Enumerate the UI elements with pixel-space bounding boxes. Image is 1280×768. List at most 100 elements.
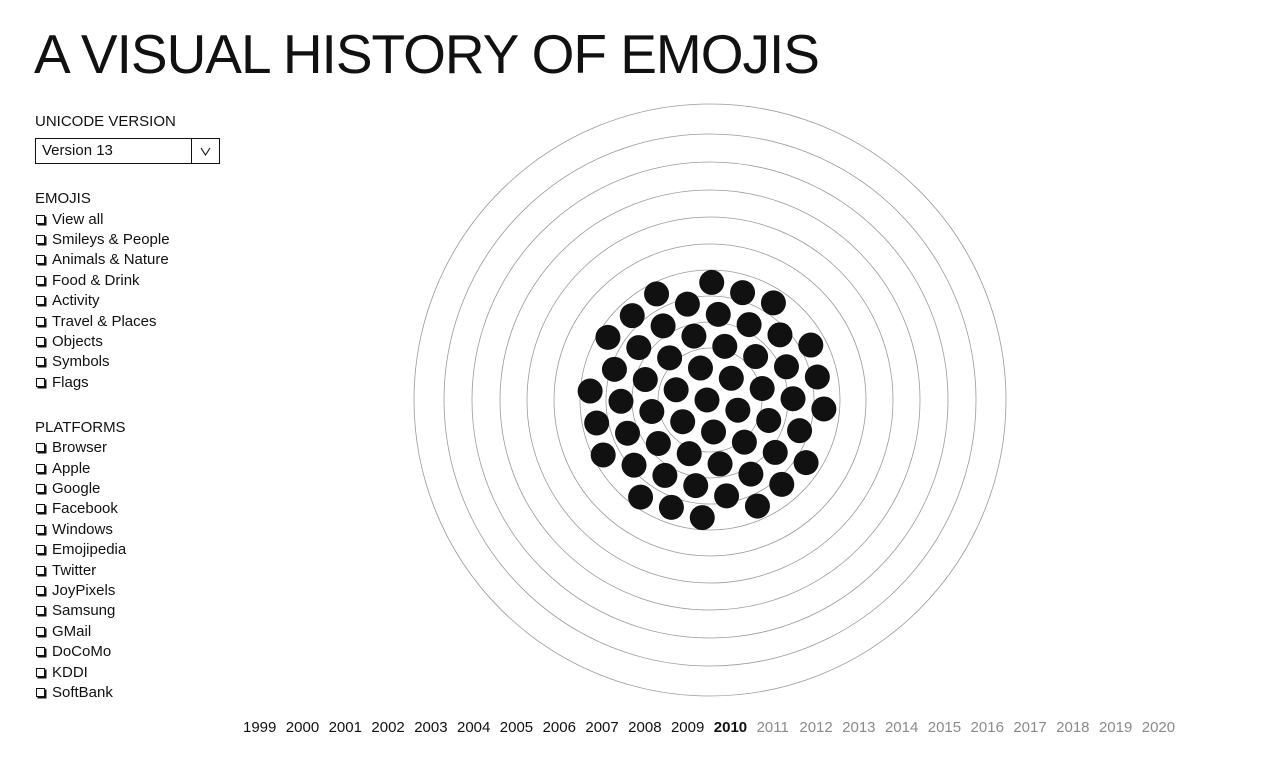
emoji-dot[interactable] xyxy=(718,365,744,391)
checkbox-icon[interactable] xyxy=(36,626,45,636)
year-2015[interactable]: 2015 xyxy=(928,719,971,736)
emoji-option-smileys-and-people[interactable]: Smileys & People xyxy=(35,229,275,249)
emoji-dot[interactable] xyxy=(683,473,709,499)
checkbox-icon[interactable] xyxy=(36,483,45,493)
checkbox-icon[interactable] xyxy=(36,316,45,326)
emoji-dot[interactable] xyxy=(793,450,819,476)
emoji-dot[interactable] xyxy=(804,364,830,390)
checkbox-icon[interactable] xyxy=(36,667,45,677)
emoji-dot[interactable] xyxy=(760,290,786,316)
emoji-dot[interactable] xyxy=(744,493,770,519)
emoji-dot[interactable] xyxy=(645,430,671,456)
emoji-dot[interactable] xyxy=(590,442,616,468)
checkbox-icon[interactable] xyxy=(36,443,45,453)
year-2004[interactable]: 2004 xyxy=(457,719,500,736)
emoji-dot[interactable] xyxy=(780,386,806,412)
checkbox-icon[interactable] xyxy=(36,585,45,595)
year-2013[interactable]: 2013 xyxy=(842,719,885,736)
checkbox-icon[interactable] xyxy=(36,377,45,387)
year-2014[interactable]: 2014 xyxy=(885,719,928,736)
checkbox-icon[interactable] xyxy=(36,214,45,224)
emoji-dot[interactable] xyxy=(767,322,793,348)
year-2001[interactable]: 2001 xyxy=(329,719,372,736)
platform-option-windows[interactable]: Windows xyxy=(35,519,275,539)
year-2019[interactable]: 2019 xyxy=(1099,719,1142,736)
emoji-dot[interactable] xyxy=(712,333,738,359)
emoji-option-objects[interactable]: Objects xyxy=(35,331,275,351)
year-2005[interactable]: 2005 xyxy=(500,719,543,736)
checkbox-icon[interactable] xyxy=(36,687,45,697)
emoji-dot[interactable] xyxy=(687,355,713,381)
emoji-dot[interactable] xyxy=(657,345,683,371)
emoji-dot[interactable] xyxy=(787,418,813,444)
emoji-option-symbols[interactable]: Symbols xyxy=(35,352,275,372)
checkbox-icon[interactable] xyxy=(36,275,45,285)
platform-option-joypixels[interactable]: JoyPixels xyxy=(35,580,275,600)
emoji-dot[interactable] xyxy=(674,291,700,317)
emoji-dot[interactable] xyxy=(681,323,707,349)
emoji-dot[interactable] xyxy=(595,324,621,350)
year-2012[interactable]: 2012 xyxy=(799,719,842,736)
emoji-dot[interactable] xyxy=(619,303,645,329)
checkbox-icon[interactable] xyxy=(36,545,45,555)
emoji-dot[interactable] xyxy=(743,344,769,370)
emoji-dot[interactable] xyxy=(705,301,731,327)
emoji-dot[interactable] xyxy=(601,356,627,382)
emoji-dot[interactable] xyxy=(714,483,740,509)
checkbox-icon[interactable] xyxy=(36,357,45,367)
emoji-dot[interactable] xyxy=(725,397,751,423)
emoji-option-activity[interactable]: Activity xyxy=(35,291,275,311)
year-2002[interactable]: 2002 xyxy=(371,719,414,736)
emoji-dot[interactable] xyxy=(701,419,727,445)
checkbox-icon[interactable] xyxy=(36,565,45,575)
emoji-dot[interactable] xyxy=(749,375,775,401)
year-2008[interactable]: 2008 xyxy=(628,719,671,736)
emoji-option-food-and-drink[interactable]: Food & Drink xyxy=(35,270,275,290)
emoji-dot[interactable] xyxy=(652,462,678,488)
year-1999[interactable]: 1999 xyxy=(243,719,286,736)
checkbox-icon[interactable] xyxy=(36,463,45,473)
emoji-dot[interactable] xyxy=(811,396,837,422)
emoji-dot[interactable] xyxy=(762,439,788,465)
platform-option-kddi[interactable]: KDDI xyxy=(35,662,275,682)
emoji-dot[interactable] xyxy=(628,484,654,510)
platform-option-facebook[interactable]: Facebook xyxy=(35,499,275,519)
platform-option-softbank[interactable]: SoftBank xyxy=(35,682,275,702)
year-2009[interactable]: 2009 xyxy=(671,719,714,736)
emoji-option-flags[interactable]: Flags xyxy=(35,372,275,392)
emoji-dot[interactable] xyxy=(730,280,756,306)
emoji-dot[interactable] xyxy=(650,313,676,339)
checkbox-icon[interactable] xyxy=(36,606,45,616)
platform-option-docomo[interactable]: DoCoMo xyxy=(35,641,275,661)
unicode-version-select[interactable]: Version 13 xyxy=(35,138,220,164)
platform-option-gmail[interactable]: GMail xyxy=(35,621,275,641)
emoji-dot[interactable] xyxy=(577,378,603,404)
emoji-dot[interactable] xyxy=(658,494,684,520)
emoji-dot[interactable] xyxy=(769,471,795,497)
emoji-dot[interactable] xyxy=(621,452,647,478)
platform-option-browser[interactable]: Browser xyxy=(35,438,275,458)
emoji-dot[interactable] xyxy=(632,367,658,393)
chevron-down-icon[interactable] xyxy=(191,139,219,163)
emoji-dot[interactable] xyxy=(626,335,652,361)
year-2011[interactable]: 2011 xyxy=(757,719,800,736)
emoji-dot[interactable] xyxy=(608,388,634,414)
emoji-dot[interactable] xyxy=(663,377,689,403)
year-2020[interactable]: 2020 xyxy=(1142,719,1185,736)
emoji-dot[interactable] xyxy=(584,410,610,436)
emoji-option-animals-and-nature[interactable]: Animals & Nature xyxy=(35,250,275,270)
emoji-dot[interactable] xyxy=(707,451,733,477)
emoji-dot[interactable] xyxy=(736,312,762,338)
platform-option-twitter[interactable]: Twitter xyxy=(35,560,275,580)
checkbox-icon[interactable] xyxy=(36,504,45,514)
emoji-dot[interactable] xyxy=(670,409,696,435)
year-2016[interactable]: 2016 xyxy=(971,719,1014,736)
platform-option-samsung[interactable]: Samsung xyxy=(35,601,275,621)
year-2017[interactable]: 2017 xyxy=(1013,719,1056,736)
checkbox-icon[interactable] xyxy=(36,647,45,657)
emoji-dot[interactable] xyxy=(731,429,757,455)
year-2007[interactable]: 2007 xyxy=(585,719,628,736)
platform-option-apple[interactable]: Apple xyxy=(35,458,275,478)
checkbox-icon[interactable] xyxy=(36,524,45,534)
emoji-dot[interactable] xyxy=(676,441,702,467)
